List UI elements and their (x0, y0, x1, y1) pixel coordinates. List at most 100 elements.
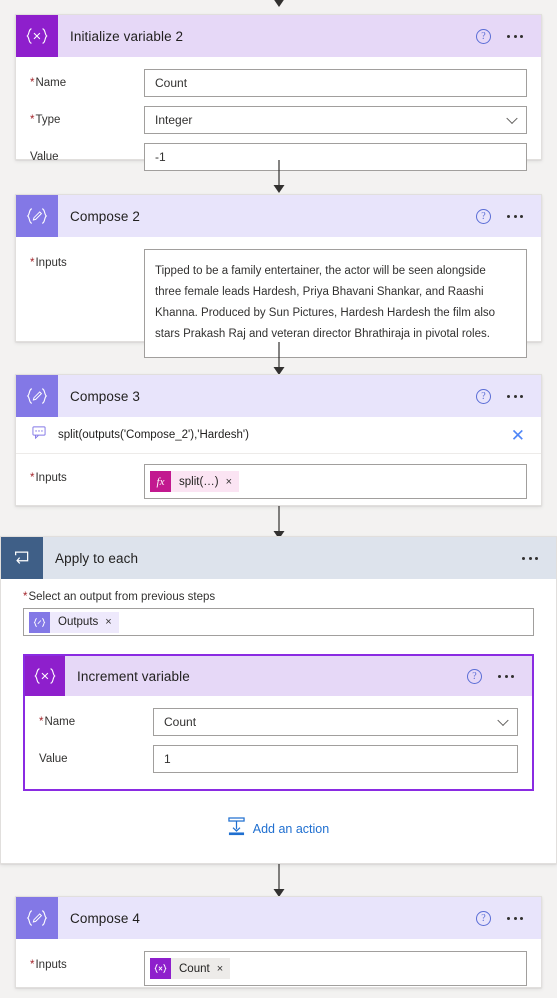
connector-arrow-top (0, 0, 557, 8)
action-card-compose-3[interactable]: Compose 3 ? split(outputs('Compose_2'),'… (15, 374, 542, 506)
flow-designer-canvas: Initialize variable 2 ? *Name Count *Typ… (0, 0, 557, 998)
token-label: split(…) (179, 475, 219, 488)
card-header-actions: ? (476, 388, 541, 404)
required-marker: * (30, 959, 35, 971)
more-options-icon[interactable] (505, 913, 525, 924)
field-label: Value (39, 753, 68, 765)
connector-arrow-4 (0, 864, 557, 898)
variable-token-icon (150, 958, 171, 979)
field-label: *Name (30, 77, 67, 89)
form-row-value: Value -1 (30, 143, 527, 171)
inputs-field[interactable]: fx split(…) × (144, 464, 527, 499)
form-row-inputs: *Inputs Tipped to be a family entertaine… (30, 249, 527, 358)
action-card-apply-to-each[interactable]: Apply to each *Select an output from pre… (0, 536, 557, 864)
form-row-name: *Name Count (39, 708, 518, 736)
more-options-icon[interactable] (505, 391, 525, 402)
loop-body: *Select an output from previous steps Ou… (1, 579, 556, 863)
inputs-field[interactable]: Count × (144, 951, 527, 986)
inputs-textarea[interactable]: Tipped to be a family entertainer, the a… (144, 249, 527, 358)
remove-token-icon[interactable]: × (105, 616, 118, 628)
token-label: Count (179, 962, 210, 975)
remove-token-icon[interactable]: × (226, 476, 239, 488)
input-value: Integer (155, 113, 193, 127)
add-an-action-label: Add an action (252, 822, 330, 836)
card-title: Increment variable (77, 668, 190, 684)
card-header-actions: ? (476, 208, 541, 224)
input-value: 1 (164, 752, 171, 766)
required-marker: * (30, 114, 35, 126)
input-value: Count (164, 715, 197, 729)
action-card-compose-4[interactable]: Compose 4 ? *Inputs Count × (15, 896, 542, 988)
card-title: Compose 3 (70, 388, 140, 404)
variable-icon (25, 656, 65, 696)
card-body: *Inputs Tipped to be a family entertaine… (16, 237, 541, 374)
fx-icon: fx (150, 471, 171, 492)
input-value: Tipped to be a family entertainer, the a… (155, 265, 496, 340)
help-icon[interactable]: ? (476, 208, 491, 224)
outputs-token[interactable]: Outputs × (29, 611, 119, 633)
card-title: Initialize variable 2 (70, 28, 184, 44)
variable-token[interactable]: Count × (150, 958, 231, 979)
required-marker: * (30, 257, 35, 269)
remove-token-icon[interactable]: × (217, 963, 230, 975)
value-input[interactable]: -1 (144, 143, 527, 171)
tooltip-icon (32, 426, 46, 444)
action-card-increment-variable[interactable]: Increment variable ? *Name Count Value 1 (23, 654, 534, 791)
expression-text: split(outputs('Compose_2'),'Hardesh') (58, 429, 249, 441)
card-header[interactable]: Compose 3 ? (16, 375, 541, 417)
help-icon[interactable]: ? (476, 910, 491, 926)
help-icon[interactable]: ? (476, 28, 491, 44)
more-options-icon[interactable] (496, 671, 516, 682)
compose-icon (16, 375, 58, 417)
expression-token[interactable]: fx split(…) × (150, 471, 240, 492)
form-row-inputs: *Inputs fx split(…) × (30, 464, 527, 499)
name-dropdown[interactable]: Count (153, 708, 518, 736)
form-row-value: Value 1 (39, 745, 518, 773)
required-marker: * (30, 472, 35, 484)
card-header-actions (520, 553, 556, 564)
card-header[interactable]: Initialize variable 2 ? (16, 15, 541, 57)
card-body: *Inputs fx split(…) × (16, 454, 541, 515)
card-header-actions: ? (476, 910, 541, 926)
more-options-icon[interactable] (505, 211, 525, 222)
card-body: *Name Count *Type Integer Value -1 (16, 57, 541, 187)
field-label: *Inputs (30, 472, 67, 484)
select-output-label: *Select an output from previous steps (23, 591, 216, 603)
required-marker: * (23, 591, 28, 603)
card-header[interactable]: Compose 4 ? (16, 897, 541, 939)
type-dropdown[interactable]: Integer (144, 106, 527, 134)
compose-token-icon (29, 611, 50, 633)
card-header-actions: ? (476, 28, 541, 44)
close-icon[interactable]: ✕ (509, 427, 527, 444)
name-input[interactable]: Count (144, 69, 527, 97)
action-card-compose-2[interactable]: Compose 2 ? *Inputs Tipped to be a famil… (15, 194, 542, 358)
help-icon[interactable]: ? (476, 388, 491, 404)
select-output-field[interactable]: Outputs × (23, 608, 534, 636)
required-marker: * (30, 77, 35, 89)
form-row-type: *Type Integer (30, 106, 527, 134)
card-header[interactable]: Increment variable ? (25, 656, 532, 696)
token-label: Outputs (58, 616, 99, 628)
help-icon[interactable]: ? (467, 668, 482, 684)
card-body: *Inputs Count × (16, 939, 541, 998)
card-header[interactable]: Apply to each (1, 537, 556, 579)
value-input[interactable]: 1 (153, 745, 518, 773)
expression-preview-bar: split(outputs('Compose_2'),'Hardesh') ✕ (16, 417, 541, 454)
card-body: *Name Count Value 1 (25, 696, 532, 789)
chevron-down-icon (497, 714, 509, 727)
card-title: Compose 2 (70, 208, 140, 224)
input-value: Count (155, 76, 188, 90)
compose-icon (16, 897, 58, 939)
variable-icon (16, 15, 58, 57)
add-an-action-button[interactable]: Add an action (23, 791, 534, 863)
card-title: Compose 4 (70, 910, 140, 926)
chevron-down-icon (506, 112, 518, 125)
more-options-icon[interactable] (505, 31, 525, 42)
input-value: -1 (155, 150, 166, 164)
loop-icon (1, 537, 43, 579)
required-marker: * (39, 716, 44, 728)
more-options-icon[interactable] (520, 553, 540, 564)
card-header[interactable]: Compose 2 ? (16, 195, 541, 237)
action-card-initialize-variable[interactable]: Initialize variable 2 ? *Name Count *Typ… (15, 14, 542, 171)
field-label: *Inputs (30, 959, 67, 971)
